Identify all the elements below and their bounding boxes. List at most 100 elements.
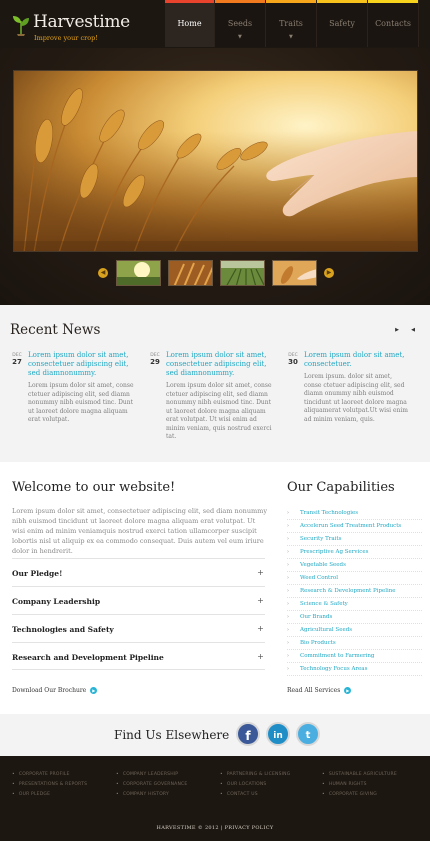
news-date: DEC 27 — [10, 353, 24, 366]
capability-link[interactable]: › Bio Products — [287, 637, 422, 650]
footer-link[interactable]: • CORPORATE GIVING — [322, 790, 427, 800]
slider-thumbnail[interactable] — [168, 260, 213, 286]
footer-link[interactable]: • OUR PLEDGE — [12, 790, 117, 800]
news-headline-link[interactable]: Lorem ipsum dolor sit amet, consectetuer… — [304, 351, 411, 369]
chevron-left-icon[interactable]: ◀ — [98, 268, 108, 278]
capability-link[interactable]: › Accelerun Seed Treatment Products — [287, 520, 422, 533]
wheat-field-image — [14, 71, 417, 251]
footer-link-label: CONTACT US — [226, 792, 258, 797]
copyright-text[interactable]: HARVESTIME © 2012 | PRIVACY POLICY — [0, 825, 430, 831]
capability-label: Accelerun Seed Treatment Products — [300, 523, 402, 529]
capability-link[interactable]: › Research & Development Pipeline — [287, 585, 422, 598]
news-item: DEC 29 Lorem ipsum dolor sit amet, conse… — [148, 351, 273, 442]
footer-link[interactable]: • CONTACT US — [220, 790, 325, 800]
chevron-right-icon[interactable]: ▶ — [324, 268, 334, 278]
find-us-section: Find Us Elsewhere f in t — [0, 714, 430, 756]
welcome-text: Lorem ipsum dolor sit amet, consectetuer… — [12, 507, 268, 555]
chevron-right-icon[interactable]: ▶ — [393, 327, 401, 335]
nav-item-traits[interactable]: Traits ▼ — [266, 0, 317, 47]
slider-thumbnail[interactable] — [220, 260, 265, 286]
capability-label: Agricultural Seeds — [300, 627, 353, 633]
accordion-title: Our Pledge! — [12, 569, 63, 578]
accordion-item[interactable]: Research and Development Pipeline + — [12, 642, 265, 670]
chevron-right-icon: › — [287, 523, 289, 529]
nav-label: Contacts — [375, 19, 411, 28]
news-body: Lorem ipsum dolor sit amet, conse ctetue… — [28, 382, 134, 423]
footer-link[interactable]: • PRESENTATIONS & REPORTS — [12, 780, 117, 790]
chevron-right-icon: › — [287, 588, 289, 594]
capability-link[interactable]: › Security Traits — [287, 533, 422, 546]
nav-item-home[interactable]: Home — [165, 0, 215, 47]
news-item: DEC 30 Lorem ipsum dolor sit amet, conse… — [286, 351, 411, 424]
accordion-title: Company Leadership — [12, 597, 101, 606]
capability-link[interactable]: › Prescriptive Ag Services — [287, 546, 422, 559]
footer-link[interactable]: • SUSTAINABLE AGRICULTURE — [322, 770, 427, 780]
capability-link[interactable]: › Vegetable Seeds — [287, 559, 422, 572]
chevron-left-icon[interactable]: ◀ — [409, 327, 417, 335]
nav-item-seeds[interactable]: Seeds ▼ — [215, 0, 266, 47]
nav-accent-bar — [215, 0, 265, 3]
nav-item-safety[interactable]: Safety — [317, 0, 368, 47]
linkedin-icon[interactable]: in — [266, 722, 290, 746]
footer-link[interactable]: • CORPORATE GOVERNANCE — [116, 780, 221, 790]
nav-accent-bar — [266, 0, 316, 3]
nav-label: Traits — [279, 19, 303, 28]
bullet-icon: • — [322, 772, 325, 777]
capability-link[interactable]: › Science & Safety — [287, 598, 422, 611]
footer-link[interactable]: • CORPORATE PROFILE — [12, 770, 117, 780]
leaf-logo-icon — [13, 16, 29, 36]
news-date: DEC 30 — [286, 353, 300, 366]
capability-link[interactable]: › Technology Focus Areas — [287, 663, 422, 676]
footer-link[interactable]: • COMPANY LEADERSHIP — [116, 770, 221, 780]
plus-icon: + — [257, 624, 264, 633]
chevron-down-icon: ▼ — [238, 34, 242, 40]
capability-link[interactable]: › Agricultural Seeds — [287, 624, 422, 637]
news-headline-link[interactable]: Lorem ipsum dolor sit amet, consectetuer… — [28, 351, 135, 378]
footer-link-label: HUMAN RIGHTS — [328, 782, 367, 787]
capability-link[interactable]: › Weed Control — [287, 572, 422, 585]
facebook-icon[interactable]: f — [236, 722, 260, 746]
bullet-icon: • — [322, 782, 325, 787]
download-brochure-link[interactable]: Download Our Brochure ▶ — [12, 687, 98, 694]
capability-link[interactable]: › Transit Technologies — [287, 507, 422, 520]
accordion-item[interactable]: Our Pledge! + — [12, 558, 265, 586]
thumbnail-image — [169, 261, 212, 285]
bullet-icon: • — [116, 792, 119, 797]
capability-label: Bio Products — [300, 640, 336, 646]
nav-label: Home — [177, 19, 202, 28]
welcome-section: Welcome to our website! Lorem ipsum dolo… — [12, 480, 270, 556]
logo-tagline: Improve your crop! — [34, 34, 98, 42]
twitter-icon[interactable]: t — [296, 722, 320, 746]
news-body: Lorem ipsum. dolor sit amet, conse ctetu… — [304, 373, 408, 423]
bullet-icon: • — [12, 782, 15, 787]
slider-thumbnails: ◀ ▶ — [98, 260, 334, 286]
footer-link[interactable]: • HUMAN RIGHTS — [322, 780, 427, 790]
arrow-right-icon: ▶ — [90, 687, 98, 694]
nav-item-contacts[interactable]: Contacts — [368, 0, 419, 47]
capability-link[interactable]: › Commitment to Farmering — [287, 650, 422, 663]
section-title: Find Us Elsewhere — [114, 728, 230, 742]
arrow-right-icon: ▶ — [344, 687, 352, 694]
capability-label: Vegetable Seeds — [300, 562, 346, 568]
footer-link-label: COMPANY LEADERSHIP — [122, 772, 179, 777]
footer-link[interactable]: • COMPANY HISTORY — [116, 790, 221, 800]
accordion-item[interactable]: Company Leadership + — [12, 586, 265, 614]
footer-link-label: PRESENTATIONS & REPORTS — [18, 782, 88, 787]
news-headline-link[interactable]: Lorem ipsum dolor sit amet, consectetuer… — [166, 351, 273, 378]
capability-link[interactable]: › Our Brands — [287, 611, 422, 624]
capabilities-list: › Transit Technologies › Accelerun Seed Tr… — [287, 507, 422, 676]
site-header: Harvestime Improve your crop! Home Seeds… — [0, 0, 430, 305]
link-label: Download Our Brochure — [12, 687, 87, 694]
footer-link-label: COMPANY HISTORY — [122, 792, 169, 797]
chevron-down-icon: ▼ — [289, 34, 293, 40]
slider-thumbnail[interactable] — [272, 260, 317, 286]
accordion-item[interactable]: Technologies and Safety + — [12, 614, 265, 642]
chevron-right-icon: › — [287, 549, 289, 555]
read-all-services-link[interactable]: Read All Services ▶ — [287, 687, 352, 694]
nav-label: Seeds — [227, 19, 253, 28]
footer-link[interactable]: • OUR LOCATIONS — [220, 780, 325, 790]
slider-thumbnail[interactable] — [116, 260, 161, 286]
footer-link[interactable]: • PARTNERING & LICENSING — [220, 770, 325, 780]
footer-link-label: CORPORATE PROFILE — [18, 772, 70, 777]
capability-label: Transit Technologies — [300, 510, 359, 516]
